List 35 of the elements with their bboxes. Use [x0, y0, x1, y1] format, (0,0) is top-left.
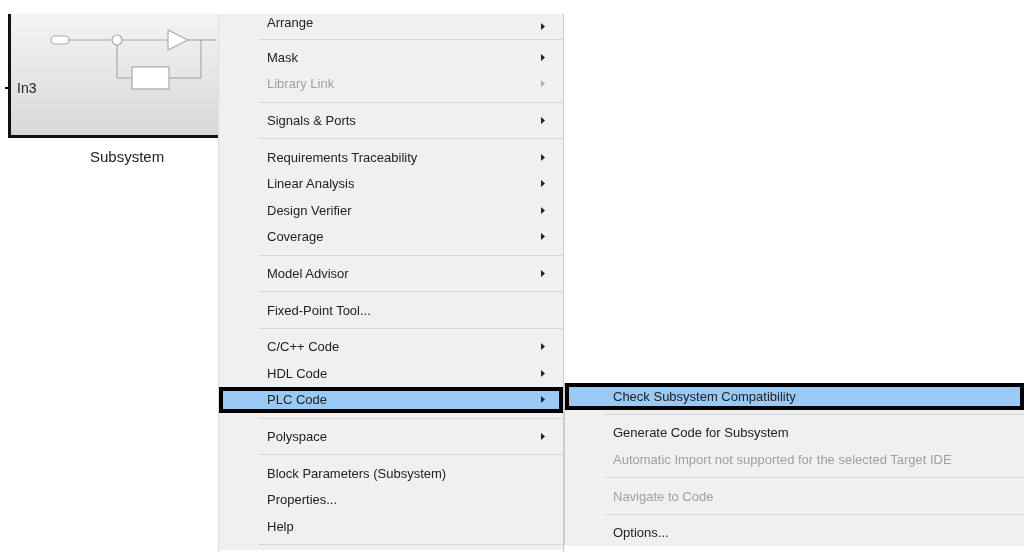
- submenu-arrow-icon: [541, 233, 545, 241]
- menu-item[interactable]: Options...: [565, 519, 1024, 546]
- menu-item[interactable]: Model Advisor: [219, 260, 563, 287]
- submenu-arrow-icon: [541, 396, 545, 404]
- subsystem-block[interactable]: In3: [8, 14, 218, 138]
- menu-item[interactable]: C/C++ Code: [219, 333, 563, 360]
- submenu-arrow-icon: [541, 343, 545, 351]
- submenu-arrow-icon: [541, 180, 545, 188]
- menu-item[interactable]: Design Verifier: [219, 196, 563, 224]
- menu-item[interactable]: Coverage: [219, 223, 563, 251]
- port-label: In3: [17, 80, 37, 96]
- menu-item[interactable]: Block Parameters (Subsystem): [219, 459, 563, 487]
- menu-item[interactable]: Arrange: [219, 14, 563, 34]
- menu-item[interactable]: Signals & Ports: [219, 107, 563, 134]
- menu-item[interactable]: PLC Code: [219, 386, 563, 414]
- menu-item[interactable]: Fixed-Point Tool...: [219, 296, 563, 324]
- submenu-arrow-icon: [541, 206, 545, 214]
- menu-item[interactable]: Linear Analysis: [219, 170, 563, 197]
- submenu-arrow-icon: [541, 153, 545, 161]
- menu-item[interactable]: Requirements Traceability: [219, 143, 563, 171]
- submenu-arrow-icon: [541, 80, 545, 88]
- submenu-arrow-icon: [541, 117, 545, 124]
- menu-item[interactable]: HDL Code: [219, 359, 563, 387]
- submenu-arrow-icon: [541, 269, 545, 277]
- menu-item[interactable]: Help: [219, 512, 563, 540]
- submenu-arrow-icon: [541, 23, 545, 30]
- menu-item[interactable]: Properties...: [219, 486, 563, 513]
- submenu-arrow-icon: [541, 53, 545, 61]
- submenu-arrow-icon: [541, 369, 545, 377]
- menu-item[interactable]: Generate Code for Subsystem: [565, 419, 1024, 447]
- block-name: Subsystem: [90, 148, 165, 165]
- menu-item[interactable]: Mask: [219, 44, 563, 71]
- menu-item[interactable]: Polyspace: [219, 423, 563, 450]
- menu-item[interactable]: Check Subsystem Compatibility: [565, 383, 1024, 410]
- submenu-arrow-icon: [541, 432, 545, 440]
